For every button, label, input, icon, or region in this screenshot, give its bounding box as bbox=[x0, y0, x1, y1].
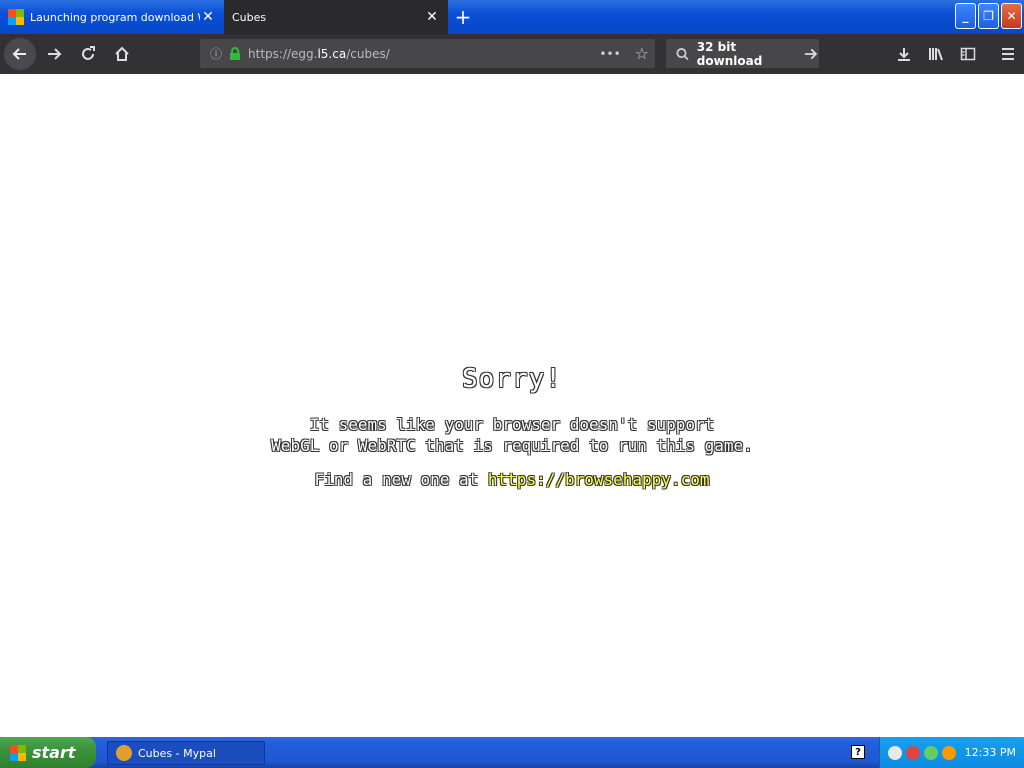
skype-icon[interactable] bbox=[888, 745, 902, 760]
start-label: start bbox=[32, 743, 76, 762]
forward-button[interactable] bbox=[38, 38, 70, 70]
page-content: Sorry! It seems like your browser doesn'… bbox=[0, 74, 1024, 737]
tab-bar: Launching program download Win ✕ Cubes ✕… bbox=[0, 0, 1024, 34]
star-icon[interactable]: ☆ bbox=[635, 44, 649, 63]
close-icon[interactable]: ✕ bbox=[200, 9, 216, 25]
minimize-button[interactable]: _ bbox=[955, 3, 976, 29]
taskbar-item-cubes-mypal[interactable]: Cubes - Mypal bbox=[107, 741, 265, 765]
back-button[interactable] bbox=[4, 38, 36, 70]
search-tray-icon[interactable] bbox=[942, 745, 956, 760]
error-message: It seems like your browser doesn't suppo… bbox=[0, 414, 1024, 456]
close-icon[interactable]: ✕ bbox=[424, 9, 440, 25]
mypal-icon bbox=[116, 745, 132, 761]
tab-launching-program[interactable]: Launching program download Win ✕ bbox=[0, 0, 224, 34]
search-icon bbox=[676, 47, 689, 60]
windows-logo-icon bbox=[8, 9, 24, 25]
browser-suggestion: Find a new one at https://browsehappy.co… bbox=[0, 470, 1024, 489]
message-line-2: WebGL or WebRTC that is required to run … bbox=[271, 436, 753, 455]
tab-title: Launching program download Win bbox=[30, 10, 200, 24]
address-bar[interactable]: ⓘ https://egg.l5.ca/cubes/ ••• ☆ bbox=[200, 39, 655, 68]
download-icon[interactable] bbox=[888, 38, 920, 70]
page-title: Sorry! bbox=[462, 364, 562, 394]
suggestion-text: Find a new one at bbox=[314, 470, 488, 489]
browsehappy-link[interactable]: https://browsehappy.com bbox=[488, 470, 710, 489]
url-text: https://egg.l5.ca/cubes/ bbox=[248, 46, 390, 61]
library-icon[interactable] bbox=[920, 38, 952, 70]
reload-icon bbox=[82, 46, 95, 60]
tab-title: Cubes bbox=[232, 10, 267, 24]
toolbar-icons bbox=[888, 34, 1024, 74]
message-line-1: It seems like your browser doesn't suppo… bbox=[309, 415, 715, 434]
windows-logo-icon bbox=[10, 744, 26, 761]
search-input[interactable]: 32 bit download bbox=[697, 40, 797, 68]
security-icon[interactable] bbox=[924, 745, 938, 760]
sidebar-icon[interactable] bbox=[952, 38, 984, 70]
task-label: Cubes - Mypal bbox=[138, 746, 216, 760]
navigation-toolbar: ⓘ https://egg.l5.ca/cubes/ ••• ☆ 32 bit … bbox=[0, 34, 1024, 74]
new-tab-button[interactable]: + bbox=[448, 0, 478, 34]
arrow-left-icon bbox=[12, 48, 26, 60]
home-button[interactable] bbox=[106, 38, 138, 70]
search-bar[interactable]: 32 bit download bbox=[666, 39, 819, 68]
start-button[interactable]: start bbox=[0, 737, 96, 768]
home-icon bbox=[115, 46, 129, 61]
network-icon[interactable] bbox=[906, 745, 920, 760]
info-icon[interactable]: ⓘ bbox=[210, 45, 222, 62]
window-controls: _ ❐ ✕ bbox=[955, 3, 1022, 29]
system-tray: 12:33 PM bbox=[879, 737, 1024, 768]
menu-icon[interactable] bbox=[992, 38, 1024, 70]
arrow-right-icon bbox=[48, 48, 62, 60]
taskbar: start Cubes - Mypal ? 12:33 PM bbox=[0, 737, 1024, 768]
lock-icon bbox=[230, 46, 241, 60]
help-icon[interactable]: ? bbox=[851, 745, 865, 759]
reload-button[interactable] bbox=[72, 38, 104, 70]
page-actions-icon[interactable]: ••• bbox=[599, 47, 620, 61]
clock[interactable]: 12:33 PM bbox=[965, 746, 1016, 759]
tab-cubes[interactable]: Cubes ✕ bbox=[224, 0, 448, 34]
arrow-right-icon[interactable] bbox=[804, 47, 819, 61]
restore-button[interactable]: ❐ bbox=[978, 3, 999, 29]
close-window-button[interactable]: ✕ bbox=[1001, 3, 1022, 29]
